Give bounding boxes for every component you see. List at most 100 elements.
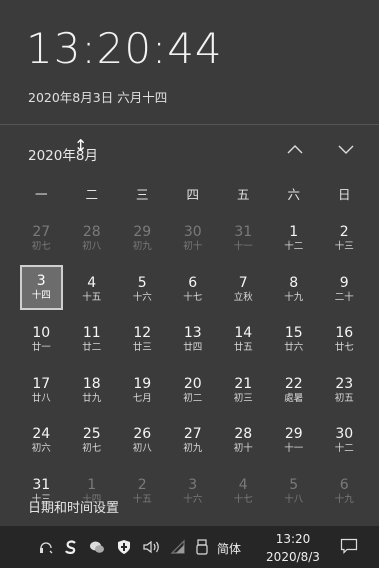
sogou-icon[interactable] (63, 539, 79, 555)
calendar-day[interactable]: 5 十六 (117, 265, 168, 316)
calendar-day[interactable]: 7 立秋 (218, 265, 269, 316)
calendar-day[interactable]: 19 七月 (117, 366, 168, 417)
calendar-day[interactable]: 4 十七 (218, 467, 269, 518)
day-number: 29 (284, 426, 303, 443)
day-number: 4 (238, 476, 248, 493)
volume-icon[interactable] (142, 539, 162, 555)
date-time-settings-link[interactable]: 日期和时间设置 (28, 497, 119, 516)
taskbar: 简体 13:20 2020/8/3 (0, 526, 379, 568)
day-number: 4 (87, 274, 97, 291)
usb-icon[interactable] (194, 539, 210, 555)
calendar-day-today[interactable]: 3 十四 (16, 264, 67, 316)
next-month-button[interactable] (335, 140, 357, 162)
day-number: 25 (82, 426, 101, 443)
calendar-day[interactable]: 16 廿七 (319, 315, 370, 366)
calendar-day[interactable]: 5 十八 (269, 467, 320, 518)
taskbar-date[interactable]: 2020/8/3 (258, 549, 328, 565)
day-number: 8 (289, 274, 299, 291)
calendar-day[interactable]: 31 十一 (218, 214, 269, 265)
calendar-day[interactable]: 2 十三 (319, 214, 370, 265)
calendar-day[interactable]: 9 二十 (319, 265, 370, 316)
notification-center-button[interactable] (340, 538, 358, 554)
calendar-day[interactable]: 22 處暑 (269, 366, 320, 417)
calendar-grid: 27 初七 28 初八 29 初九 30 初十 31 十一 1 十二 2 十三 3 十四 4 十五 5 十六 6 十七 7 立… (16, 214, 370, 517)
calendar-day[interactable]: 13 廿四 (168, 315, 219, 366)
calendar-day[interactable]: 25 初七 (67, 416, 118, 467)
lunar-date: 十七 (233, 493, 253, 505)
day-number: 1 (87, 476, 97, 493)
calendar-day[interactable]: 27 初九 (168, 416, 219, 467)
lunar-date: 處暑 (284, 392, 304, 404)
weekday-label: 五 (236, 187, 250, 202)
calendar-day[interactable]: 26 初八 (117, 416, 168, 467)
lunar-date: 初二 (183, 392, 203, 404)
weekday-label: 六 (287, 187, 300, 202)
calendar-day[interactable]: 28 初十 (218, 416, 269, 467)
day-number: 22 (284, 375, 303, 392)
lunar-date: 十二 (334, 443, 354, 455)
calendar-day[interactable]: 4 十五 (67, 265, 118, 316)
calendar-day[interactable]: 27 初七 (16, 214, 67, 265)
calendar-day[interactable]: 29 初九 (117, 214, 168, 265)
weekday-label: 四 (186, 187, 199, 202)
headset-icon[interactable] (38, 539, 54, 555)
day-number: 19 (133, 375, 152, 392)
day-number: 30 (183, 224, 202, 241)
big-time: 13:20:44 (26, 24, 223, 73)
calendar-day[interactable]: 23 初五 (319, 366, 370, 417)
calendar-day[interactable]: 28 初八 (67, 214, 118, 265)
calendar-day[interactable]: 24 初六 (16, 416, 67, 467)
calendar-day[interactable]: 30 初十 (168, 214, 219, 265)
day-number: 16 (335, 325, 354, 342)
day-number: 27 (32, 224, 51, 241)
lunar-date: 十六 (132, 291, 152, 303)
lunar-date: 初八 (82, 241, 102, 253)
notification-icon (340, 538, 358, 554)
lunar-date: 廿一 (31, 342, 51, 354)
lunar-date: 廿六 (284, 342, 304, 354)
calendar-day[interactable]: 18 廿九 (67, 366, 118, 417)
calendar-day[interactable]: 6 十七 (168, 265, 219, 316)
day-number: 6 (339, 476, 349, 493)
wechat-icon[interactable] (89, 539, 105, 555)
calendar-day[interactable]: 15 廿六 (269, 315, 320, 366)
day-number: 13 (183, 325, 202, 342)
lunar-date: 廿五 (233, 342, 253, 354)
calendar-day[interactable]: 30 十二 (319, 416, 370, 467)
lunar-date: 十七 (183, 291, 203, 303)
lunar-date: 立秋 (233, 291, 253, 303)
lunar-date: 初九 (183, 443, 203, 455)
wifi-icon[interactable] (170, 539, 186, 555)
lunar-date: 十一 (233, 241, 253, 253)
ime-indicator[interactable]: 简体 (217, 540, 241, 557)
calendar-day[interactable]: 17 廿八 (16, 366, 67, 417)
day-number: 31 (234, 224, 253, 241)
previous-month-button[interactable] (284, 140, 306, 162)
calendar-day[interactable]: 3 十六 (168, 467, 219, 518)
day-number: 27 (183, 426, 202, 443)
calendar-day[interactable]: 29 十一 (269, 416, 320, 467)
day-number: 9 (339, 274, 349, 291)
calendar-day[interactable]: 10 廿一 (16, 315, 67, 366)
calendar-day[interactable]: 21 初三 (218, 366, 269, 417)
lunar-date: 初六 (31, 443, 51, 455)
lunar-date: 十九 (334, 493, 354, 505)
taskbar-time[interactable]: 13:20 (258, 531, 328, 547)
day-number: 3 (188, 476, 198, 493)
calendar-day[interactable]: 1 十二 (269, 214, 320, 265)
day-number: 10 (32, 325, 51, 342)
shield-icon[interactable] (116, 539, 132, 555)
calendar-day[interactable]: 14 廿五 (218, 315, 269, 366)
calendar-day[interactable]: 11 廿二 (67, 315, 118, 366)
lunar-date: 廿七 (334, 342, 354, 354)
lunar-date: 初十 (233, 443, 253, 455)
calendar-day[interactable]: 6 十九 (319, 467, 370, 518)
calendar-day[interactable]: 8 十九 (269, 265, 320, 316)
calendar-day[interactable]: 20 初二 (168, 366, 219, 417)
calendar-day[interactable]: 2 十五 (117, 467, 168, 518)
day-number: 3 (36, 272, 46, 289)
long-date[interactable]: 2020年8月3日 六月十四 (28, 87, 167, 106)
month-header[interactable]: 2020年8月 (28, 144, 98, 164)
calendar-day[interactable]: 12 廿三 (117, 315, 168, 366)
day-number: 15 (284, 325, 303, 342)
